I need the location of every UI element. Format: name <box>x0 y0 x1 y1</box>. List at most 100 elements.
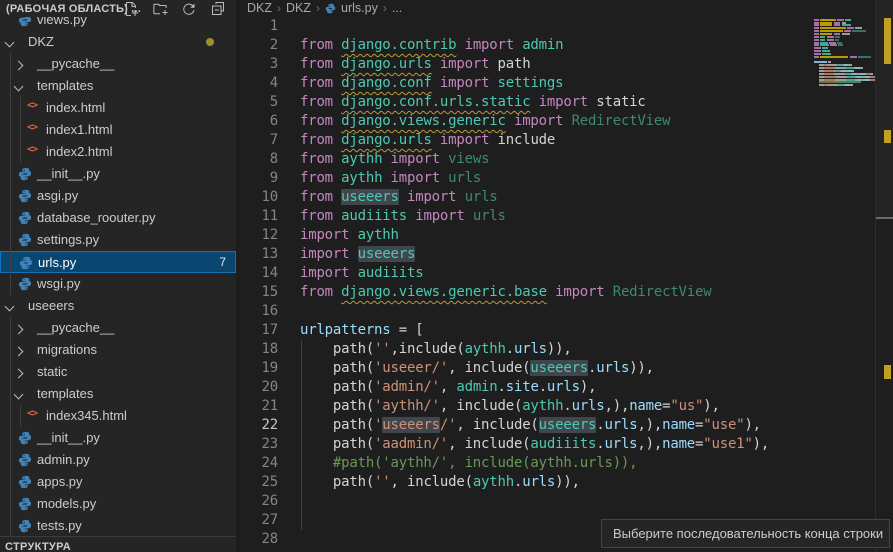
line-number[interactable]: 1 <box>238 17 278 36</box>
code-line-21[interactable]: 21 path('aythh/', include(aythh.urls,),n… <box>238 397 812 416</box>
line-number[interactable]: 9 <box>238 169 278 188</box>
code-area[interactable]: 12from django.contrib import admin3from … <box>238 0 812 552</box>
chevron-down-icon <box>14 82 24 92</box>
tree-item-pycache[interactable]: __pycache__ <box>0 317 236 339</box>
token: useeers <box>358 246 416 262</box>
tree-item-useeers[interactable]: useeers <box>0 295 236 317</box>
token: )), <box>555 474 580 490</box>
tree-item-settings-py[interactable]: settings.py <box>0 229 236 251</box>
tooltip-text: Выберите последовательность конца строки <box>602 520 889 547</box>
code-line-7[interactable]: 7from django.urls import include <box>238 131 812 150</box>
tree-item-index2-html[interactable]: <>index2.html <box>0 141 236 163</box>
tree-item-index1-html[interactable]: <>index1.html <box>0 119 236 141</box>
line-number[interactable]: 16 <box>238 302 278 321</box>
outline-section-header[interactable]: СТРУКТУРА <box>0 536 236 552</box>
line-number[interactable]: 5 <box>238 93 278 112</box>
refresh-icon[interactable] <box>181 1 197 17</box>
tree-item-tests-py[interactable]: tests.py <box>0 515 236 537</box>
line-number[interactable]: 24 <box>238 454 278 473</box>
code-line-19[interactable]: 19 path('useeer/', include(useeers.urls)… <box>238 359 812 378</box>
tree-item-admin-py[interactable]: admin.py <box>0 449 236 471</box>
line-number[interactable]: 6 <box>238 112 278 131</box>
tree-item-templates[interactable]: templates <box>0 75 236 97</box>
token: , include( <box>448 436 530 452</box>
scrollbar-slider-edge <box>876 217 893 219</box>
code-line-15[interactable]: 15from django.views.generic.base import … <box>238 283 812 302</box>
line-number[interactable]: 10 <box>238 188 278 207</box>
new-folder-icon[interactable] <box>152 1 168 17</box>
line-number[interactable]: 11 <box>238 207 278 226</box>
line-number[interactable]: 14 <box>238 264 278 283</box>
minimap-line <box>814 79 875 81</box>
token: import <box>300 227 349 243</box>
code-line-13[interactable]: 13import useeers <box>238 245 812 264</box>
tree-item-database-roouter-py[interactable]: database_roouter.py <box>0 207 236 229</box>
tree-item-dkz[interactable]: DKZ <box>0 31 236 53</box>
code-line-4[interactable]: 4from django.conf import settings <box>238 74 812 93</box>
code-line-10[interactable]: 10from useeers import urls <box>238 188 812 207</box>
code-line-14[interactable]: 14import audiiits <box>238 264 812 283</box>
code-line-26[interactable]: 26 <box>238 492 812 511</box>
line-number[interactable]: 13 <box>238 245 278 264</box>
line-number[interactable]: 27 <box>238 511 278 530</box>
tree-item-label: asgi.py <box>37 188 78 203</box>
token: aythh <box>473 474 514 490</box>
overview-ruler[interactable] <box>876 0 893 552</box>
line-number[interactable]: 20 <box>238 378 278 397</box>
code-line-25[interactable]: 25 path('', include(aythh.urls)), <box>238 473 812 492</box>
token <box>333 37 341 53</box>
code-line-12[interactable]: 12import aythh <box>238 226 812 245</box>
tree-item-pycache[interactable]: __pycache__ <box>0 53 236 75</box>
line-number[interactable]: 28 <box>238 530 278 549</box>
code-line-23[interactable]: 23 path('aadmin/', include(audiiits.urls… <box>238 435 812 454</box>
tree-item-templates[interactable]: templates <box>0 383 236 405</box>
code-line-17[interactable]: 17urlpatterns = [ <box>238 321 812 340</box>
code-line-8[interactable]: 8from aythh import views <box>238 150 812 169</box>
explorer-section-header[interactable]: (РАБОЧАЯ ОБЛАСТЬ) ... <box>0 0 236 17</box>
code-line-1[interactable]: 1 <box>238 17 812 36</box>
line-number[interactable]: 7 <box>238 131 278 150</box>
line-number[interactable]: 18 <box>238 340 278 359</box>
line-number[interactable]: 23 <box>238 435 278 454</box>
new-file-icon[interactable] <box>123 1 139 17</box>
code-line-16[interactable]: 16 <box>238 302 812 321</box>
tree-item-urls-py[interactable]: urls.py7 <box>0 251 236 273</box>
tree-item-index345-html[interactable]: <>index345.html <box>0 405 236 427</box>
token: from <box>300 113 333 129</box>
code-line-18[interactable]: 18 path('',include(aythh.urls)), <box>238 340 812 359</box>
line-number[interactable]: 17 <box>238 321 278 340</box>
code-line-9[interactable]: 9from aythh import urls <box>238 169 812 188</box>
line-number[interactable]: 21 <box>238 397 278 416</box>
tree-item-apps-py[interactable]: apps.py <box>0 471 236 493</box>
tree-item-migrations[interactable]: migrations <box>0 339 236 361</box>
line-number[interactable]: 15 <box>238 283 278 302</box>
line-number[interactable]: 4 <box>238 74 278 93</box>
token: ,include( <box>391 341 465 357</box>
code-line-11[interactable]: 11from audiiits import urls <box>238 207 812 226</box>
line-number[interactable]: 3 <box>238 55 278 74</box>
line-number[interactable]: 8 <box>238 150 278 169</box>
tree-item-wsgi-py[interactable]: wsgi.py <box>0 273 236 295</box>
code-line-6[interactable]: 6from django.views.generic import Redire… <box>238 112 812 131</box>
code-line-3[interactable]: 3from django.urls import path <box>238 55 812 74</box>
tree-item-models-py[interactable]: models.py <box>0 493 236 515</box>
line-number[interactable]: 2 <box>238 36 278 55</box>
tree-item-init-py[interactable]: __init__.py <box>0 427 236 449</box>
code-line-22[interactable]: 22 path('useeers/', include(useeers.urls… <box>238 416 812 435</box>
line-number[interactable]: 25 <box>238 473 278 492</box>
tree-item-static[interactable]: static <box>0 361 236 383</box>
collapse-all-icon[interactable] <box>210 1 226 17</box>
tree-item-index-html[interactable]: <>index.html <box>0 97 236 119</box>
token: useeers <box>341 189 399 205</box>
code-line-2[interactable]: 2from django.contrib import admin <box>238 36 812 55</box>
line-number[interactable]: 22 <box>238 416 278 435</box>
minimap[interactable] <box>812 0 875 552</box>
code-line-24[interactable]: 24 #path('aythh/', include(aythh.urls)), <box>238 454 812 473</box>
code-line-20[interactable]: 20 path('admin/', admin.site.urls), <box>238 378 812 397</box>
line-number[interactable]: 19 <box>238 359 278 378</box>
tree-item-init-py[interactable]: __init__.py <box>0 163 236 185</box>
code-line-5[interactable]: 5from django.conf.urls.static import sta… <box>238 93 812 112</box>
line-number[interactable]: 26 <box>238 492 278 511</box>
line-number[interactable]: 12 <box>238 226 278 245</box>
tree-item-asgi-py[interactable]: asgi.py <box>0 185 236 207</box>
